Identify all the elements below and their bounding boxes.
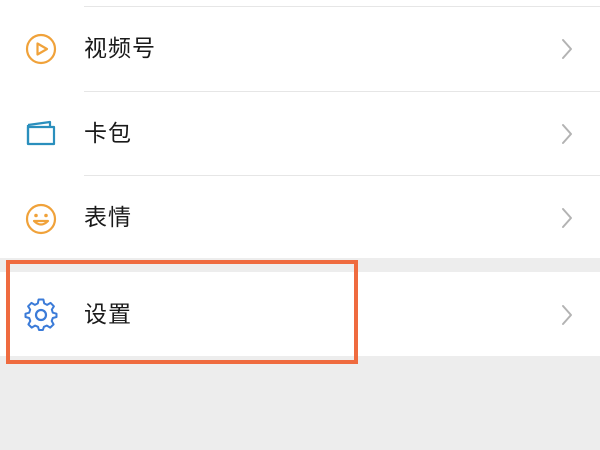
chevron-right-icon — [560, 207, 574, 229]
menu-item-card-wallet[interactable]: 卡包 — [0, 92, 600, 176]
smiley-icon — [24, 202, 58, 236]
menu-item-label: 卡包 — [84, 121, 132, 147]
menu-item-label: 视频号 — [84, 36, 156, 62]
channels-play-icon — [24, 32, 58, 66]
chevron-right-icon — [560, 304, 574, 326]
menu-item-settings[interactable]: 设置 — [0, 272, 600, 356]
menu-item-label: 设置 — [84, 302, 132, 328]
menu-item-label: 表情 — [84, 205, 132, 231]
card-wallet-icon — [24, 117, 58, 151]
chevron-right-icon — [560, 38, 574, 60]
me-page-menu: 视频号 卡包 表情 设置 — [0, 0, 600, 450]
menu-item-channels[interactable]: 视频号 — [0, 0, 600, 92]
gear-icon — [24, 298, 58, 332]
chevron-right-icon — [560, 123, 574, 145]
divider — [84, 6, 600, 7]
menu-item-stickers[interactable]: 表情 — [0, 176, 600, 258]
